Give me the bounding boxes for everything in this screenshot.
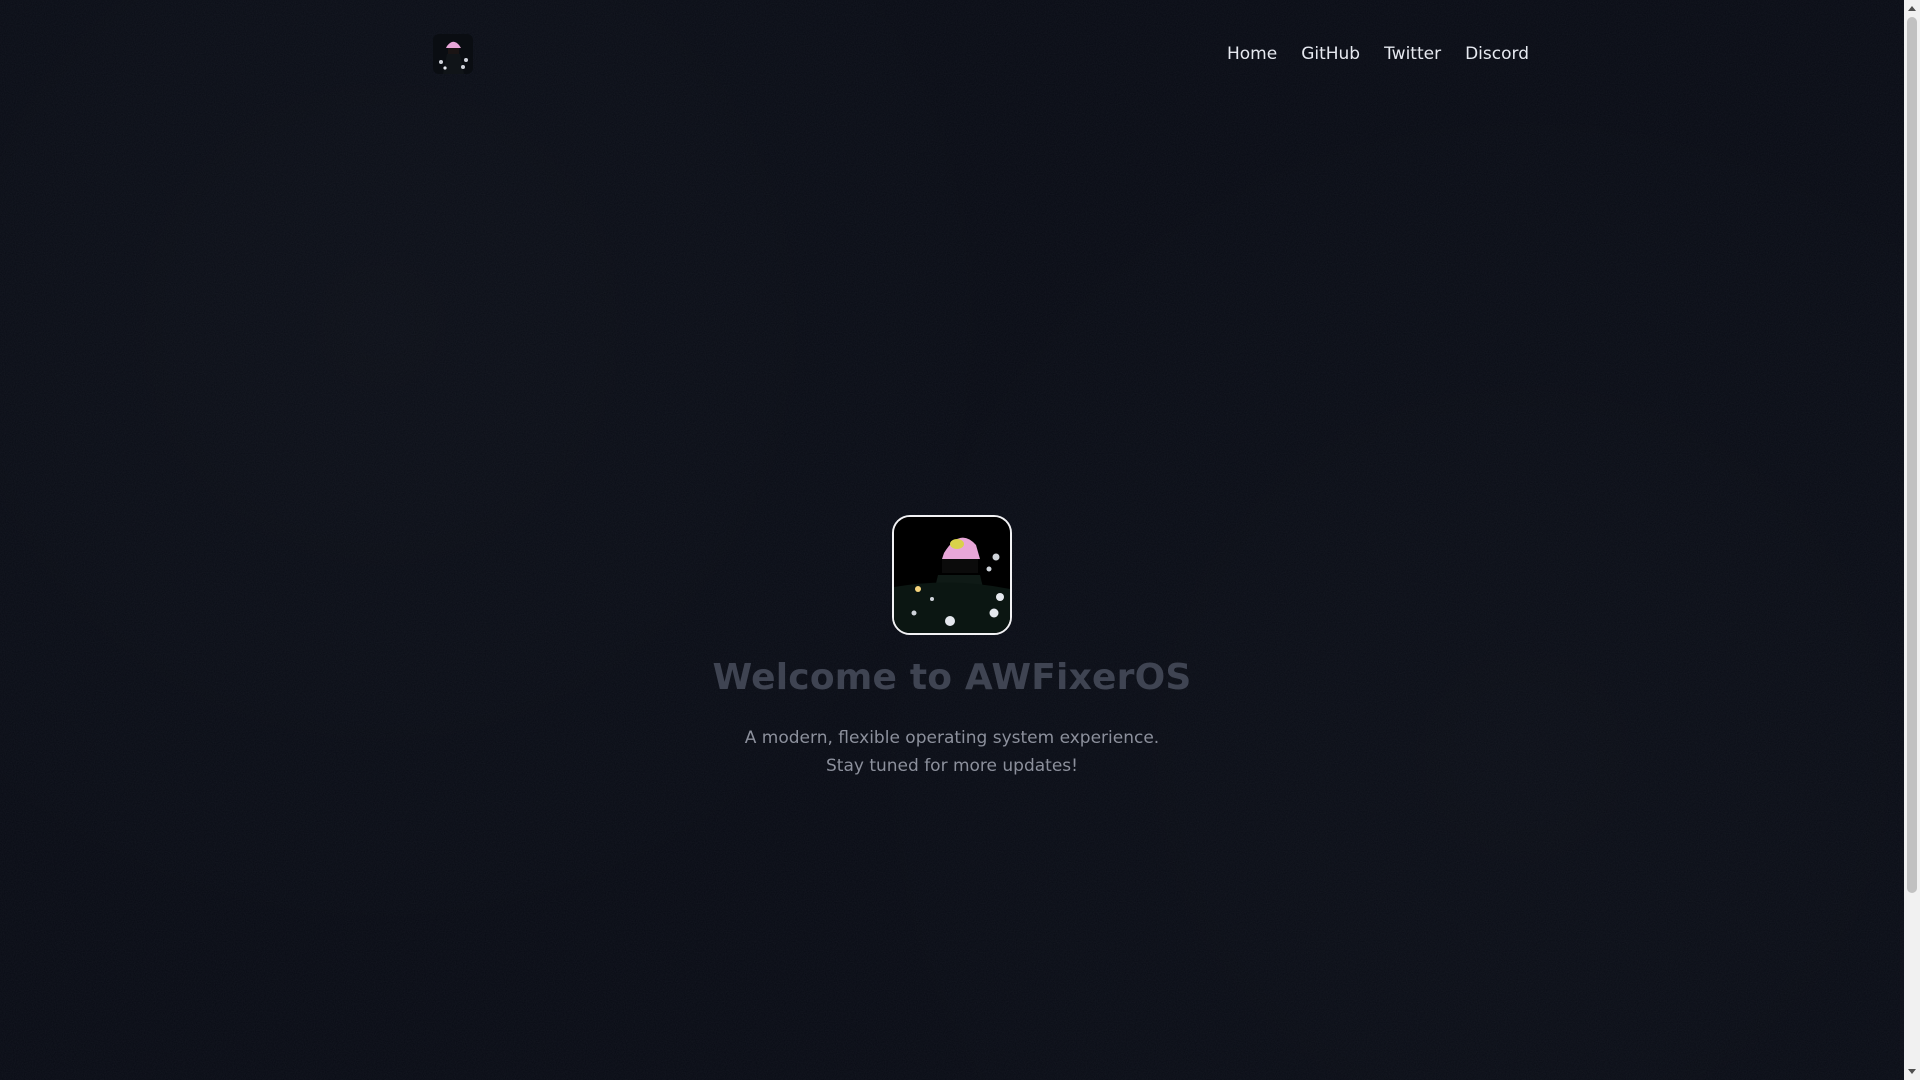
nav-discord-link[interactable]: Discord (1465, 44, 1529, 64)
main-nav: Home GitHub Twitter Discord (1227, 44, 1529, 64)
avatar-pink-cap-icon (433, 34, 473, 74)
scroll-down-arrow-icon[interactable] (1904, 1064, 1920, 1080)
scrollbar-thumb[interactable] (1907, 17, 1917, 893)
hero-subtitle: A modern, flexible operating system expe… (745, 724, 1159, 780)
hero-section: Welcome to AWFixerOS A modern, flexible … (0, 515, 1904, 780)
nav-github-link[interactable]: GitHub (1301, 44, 1360, 64)
subtitle-line-1: A modern, flexible operating system expe… (744, 728, 1160, 748)
page: Home GitHub Twitter Discord Welcome to A… (0, 0, 1904, 1080)
subtitle-line-2: Stay tuned for more updates! (825, 756, 1078, 776)
site-header: Home GitHub Twitter Discord (433, 30, 1529, 78)
scroll-up-arrow-icon[interactable] (1904, 0, 1920, 16)
logo-avatar-link[interactable] (433, 34, 473, 74)
vertical-scrollbar[interactable] (1904, 0, 1920, 1080)
page-title: Welcome to AWFixerOS (712, 657, 1192, 698)
hero-avatar (892, 515, 1012, 635)
nav-twitter-link[interactable]: Twitter (1384, 44, 1441, 64)
nav-home-link[interactable]: Home (1227, 44, 1277, 64)
avatar-pink-cap-icon (894, 517, 1010, 633)
